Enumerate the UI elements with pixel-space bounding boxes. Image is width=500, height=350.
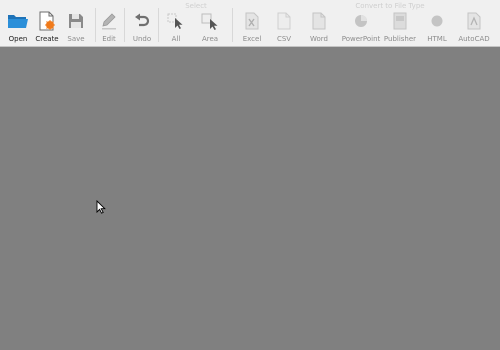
word-label: Word <box>310 35 328 43</box>
pencil-icon <box>97 10 121 32</box>
word-button[interactable]: Word <box>307 0 331 47</box>
ribbon-toolbar: Open Create Save Edit Undo Select All Ar… <box>0 0 500 47</box>
edit-button[interactable]: Edit <box>97 0 121 47</box>
html-globe-icon <box>425 10 449 32</box>
publisher-button[interactable]: Publisher <box>384 0 416 47</box>
autocad-icon <box>462 10 486 32</box>
powerpoint-button[interactable]: PowerPoint <box>342 0 380 47</box>
select-area-cursor-icon <box>198 10 222 32</box>
autocad-label: AutoCAD <box>458 35 490 43</box>
html-button[interactable]: HTML <box>425 0 449 47</box>
document-workspace[interactable] <box>0 47 500 350</box>
excel-button[interactable]: Excel <box>240 0 264 47</box>
floppy-disk-icon <box>64 10 88 32</box>
word-icon <box>307 10 331 32</box>
mouse-pointer-icon <box>96 199 106 218</box>
select-all-cursor-icon <box>164 10 188 32</box>
autocad-button[interactable]: AutoCAD <box>458 0 490 47</box>
select-area-button[interactable]: Area <box>198 0 222 47</box>
powerpoint-icon <box>349 10 373 32</box>
publisher-icon <box>388 10 412 32</box>
save-button[interactable]: Save <box>64 0 88 47</box>
area-label: Area <box>201 35 219 43</box>
new-document-icon <box>35 10 59 32</box>
excel-icon <box>240 10 264 32</box>
select-all-button[interactable]: All <box>164 0 188 47</box>
folder-icon <box>5 10 31 32</box>
undo-icon <box>130 10 154 32</box>
undo-button[interactable]: Undo <box>130 0 154 47</box>
powerpoint-label: PowerPoint <box>341 35 381 43</box>
csv-button[interactable]: CSV <box>272 0 296 47</box>
csv-file-icon <box>272 10 296 32</box>
